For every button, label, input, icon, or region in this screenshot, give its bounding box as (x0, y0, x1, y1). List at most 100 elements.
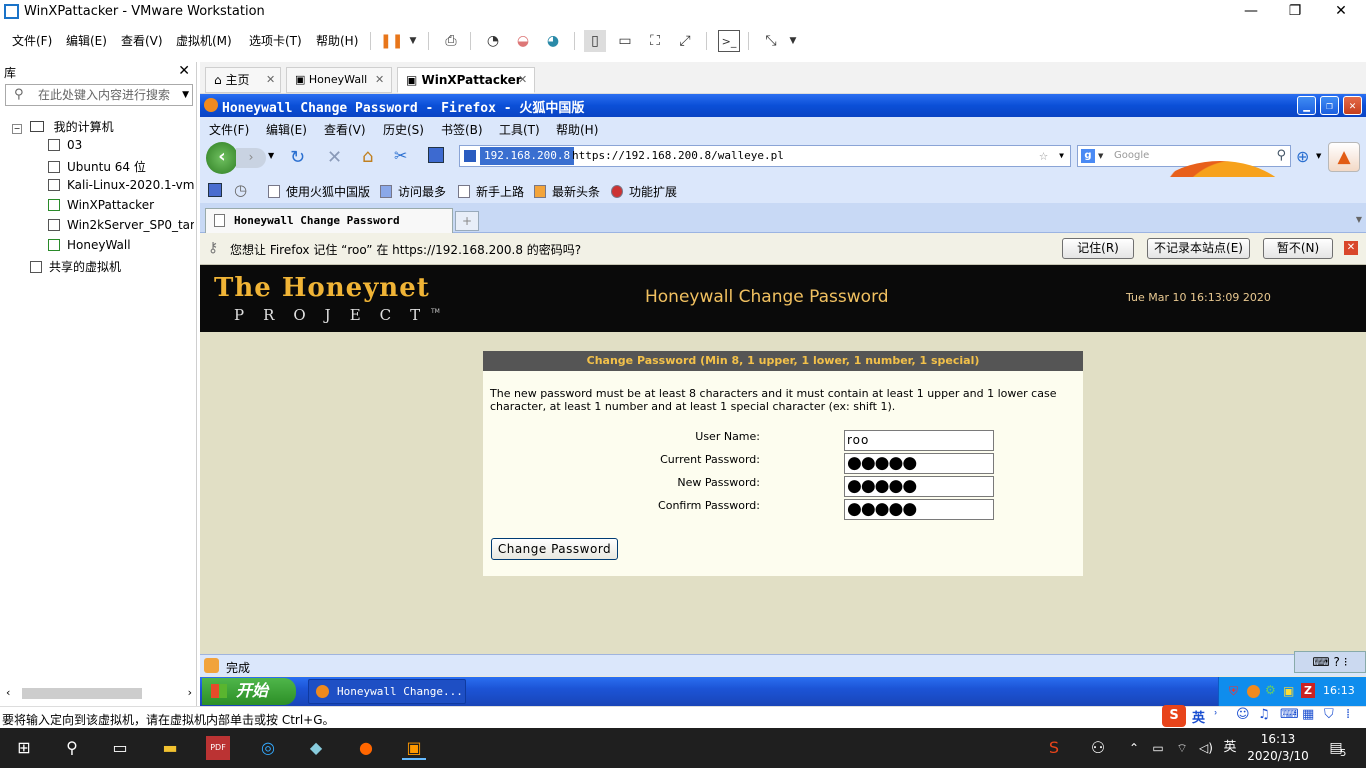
bookmark-item[interactable]: 功能扩展 (611, 183, 677, 200)
close-button[interactable]: ✕ (1343, 96, 1362, 115)
people-icon[interactable]: ⚇ (1086, 736, 1110, 760)
language-indicator[interactable]: 英 (1218, 736, 1242, 760)
ff-menu-tools[interactable]: 工具(T) (499, 121, 540, 138)
shield-icon[interactable]: ⛨ (1229, 684, 1238, 699)
change-password-button[interactable]: Change Password (491, 538, 618, 560)
minimize-button[interactable]: ▁ (1297, 96, 1316, 115)
url-bar[interactable]: 192.168.200.8 https://192.168.200.8/wall… (459, 145, 1071, 167)
bookmarks-menu-icon[interactable] (208, 183, 222, 197)
close-icon[interactable]: ✕ (518, 68, 527, 92)
ime-mode[interactable]: 英 (1192, 707, 1205, 726)
battery-icon[interactable]: ▭ (1146, 736, 1170, 760)
firefox-tray-icon[interactable] (1247, 685, 1260, 698)
task-view-icon[interactable]: ▭ (108, 736, 132, 760)
new-tab-button[interactable]: + (455, 211, 479, 231)
volume-icon[interactable]: ◁) (1194, 736, 1218, 760)
network-tool-icon[interactable]: ◎ (256, 736, 280, 760)
close-button[interactable]: ✕ (1318, 0, 1364, 24)
grid-menu-icon[interactable]: ⁞ (1346, 707, 1350, 722)
star-icon[interactable]: ☆ (1039, 145, 1048, 165)
sogou-tray-icon[interactable]: S (1042, 736, 1066, 760)
minimize-button[interactable]: — (1228, 0, 1274, 24)
history-clock-icon[interactable]: ◷ (234, 181, 247, 199)
punctuation-icon[interactable]: ˒ (1214, 707, 1218, 722)
windows-icon[interactable] (428, 147, 444, 163)
snapshot-icon[interactable]: ◔ (482, 30, 504, 52)
skin-icon[interactable]: ▦ (1302, 707, 1314, 722)
tools-icon[interactable]: ⚙ (1265, 683, 1276, 697)
tab-honeywall[interactable]: ▣ HoneyWall ✕ (286, 67, 392, 93)
home-icon[interactable]: ⌂ (362, 146, 373, 167)
bookmark-item[interactable]: 访问最多 (380, 183, 446, 200)
site-identity-host[interactable]: 192.168.200.8 (480, 147, 575, 165)
close-icon[interactable]: ✕ (375, 68, 384, 92)
unity-icon[interactable]: ⤢ (674, 30, 696, 52)
maximize-button[interactable]: ❐ (1272, 0, 1318, 24)
filezilla-icon[interactable]: Z (1301, 683, 1315, 698)
wifi-icon[interactable]: ⌔ (1170, 736, 1194, 760)
close-icon[interactable]: ✕ (178, 63, 190, 79)
chevron-up-icon[interactable]: ⌃ (1122, 736, 1146, 760)
stretch-icon[interactable]: ⤡ (760, 30, 782, 52)
keyboard-icon[interactable]: ⌨ (1280, 707, 1299, 722)
scissors-icon[interactable]: ✂ (394, 146, 407, 165)
chevron-down-icon[interactable]: ▼ (402, 30, 424, 52)
chevron-down-icon[interactable]: ▼ (1316, 152, 1321, 160)
remember-button[interactable]: 记住(R) (1062, 238, 1134, 259)
tree-vm-item[interactable]: Kali-Linux-2020.1-vmw (48, 178, 194, 192)
menu-view[interactable]: 查看(V) (121, 32, 163, 49)
windows-start-icon[interactable]: ⊞ (12, 736, 36, 760)
never-for-site-button[interactable]: 不记录本站点(E) (1147, 238, 1250, 259)
menu-vm[interactable]: 虚拟机(M) (176, 32, 232, 49)
menu-edit[interactable]: 编辑(E) (66, 32, 107, 49)
fox-avatar-icon[interactable]: ▲ (1328, 142, 1360, 172)
pdf-app-icon[interactable]: PDF (206, 736, 230, 760)
horizontal-scrollbar[interactable]: ‹ › (6, 686, 192, 700)
tree-vm-item[interactable]: WinXPattacker (48, 198, 194, 212)
restore-button[interactable]: ❐ (1320, 96, 1339, 115)
menu-help[interactable]: 帮助(H) (316, 32, 358, 49)
firefox-icon[interactable]: ● (354, 736, 378, 760)
sogou-icon[interactable]: S (1162, 705, 1186, 727)
search-box[interactable]: g ▼ Google ⚲ (1077, 145, 1291, 167)
file-explorer-icon[interactable]: ▬ (158, 736, 182, 760)
send-ctrl-alt-del-icon[interactable]: ⎙ (440, 30, 462, 52)
menu-file[interactable]: 文件(F) (12, 32, 52, 49)
language-bar[interactable]: ⌨ ? ⁝ (1294, 651, 1366, 673)
chevron-down-icon[interactable]: ▼ (182, 85, 189, 105)
ime-toolbar[interactable]: S 英 ˒ ☺ ♫ ⌨ ▦ ⛉ ⁞ (1160, 705, 1366, 727)
not-now-button[interactable]: 暂不(N) (1263, 238, 1333, 259)
terminal-icon[interactable]: >_ (718, 30, 740, 52)
chevron-down-icon[interactable]: ▼ (1059, 146, 1064, 166)
revert-snapshot-icon[interactable]: ◒ (512, 30, 534, 52)
search-icon[interactable]: ⚲ (60, 736, 84, 760)
new-password-field[interactable]: ●●●●● (844, 476, 994, 497)
app-icon[interactable]: ◆ (304, 736, 328, 760)
close-icon[interactable]: ✕ (1344, 241, 1358, 255)
snapshot-manager-icon[interactable]: ◕ (542, 30, 564, 52)
close-icon[interactable]: ✕ (266, 68, 275, 92)
tab-home[interactable]: ⌂ 主页 ✕ (205, 67, 281, 93)
fullscreen-icon[interactable]: ⛶ (644, 30, 666, 52)
tree-my-computer[interactable]: − 我的计算机 (12, 118, 114, 135)
ff-menu-history[interactable]: 历史(S) (383, 121, 424, 138)
guest-screen[interactable]: Honeywall Change Password - Firefox - 火狐… (200, 94, 1366, 706)
back-button[interactable]: ‹ (206, 142, 238, 174)
emoji-icon[interactable]: ☺ (1236, 707, 1250, 722)
windows-clock[interactable]: 16:13 2020/3/10 (1246, 731, 1310, 765)
tree-vm-item[interactable]: HoneyWall (48, 238, 194, 252)
tab-list-button[interactable]: ▼ (1356, 215, 1362, 224)
menu-tabs[interactable]: 选项卡(T) (249, 32, 302, 49)
xp-start-button[interactable]: 开始 (202, 678, 296, 705)
library-view-icon[interactable]: ▯ (584, 30, 606, 52)
current-password-field[interactable]: ●●●●● (844, 453, 994, 474)
xp-taskbar-button[interactable]: Honeywall Change... (308, 679, 466, 704)
ff-menu-file[interactable]: 文件(F) (209, 121, 249, 138)
library-search-input[interactable]: ⚲ 在此处键入内容进行搜索 ▼ (5, 84, 193, 106)
add-button[interactable]: ⊕ (1296, 147, 1309, 166)
confirm-password-field[interactable]: ●●●●● (844, 499, 994, 520)
chevron-down-icon[interactable]: ▼ (268, 151, 274, 160)
collapse-icon[interactable]: − (12, 124, 22, 134)
bookmark-item[interactable]: 最新头条 (534, 183, 600, 200)
tree-vm-item[interactable]: Win2kServer_SP0_targ (48, 218, 194, 232)
